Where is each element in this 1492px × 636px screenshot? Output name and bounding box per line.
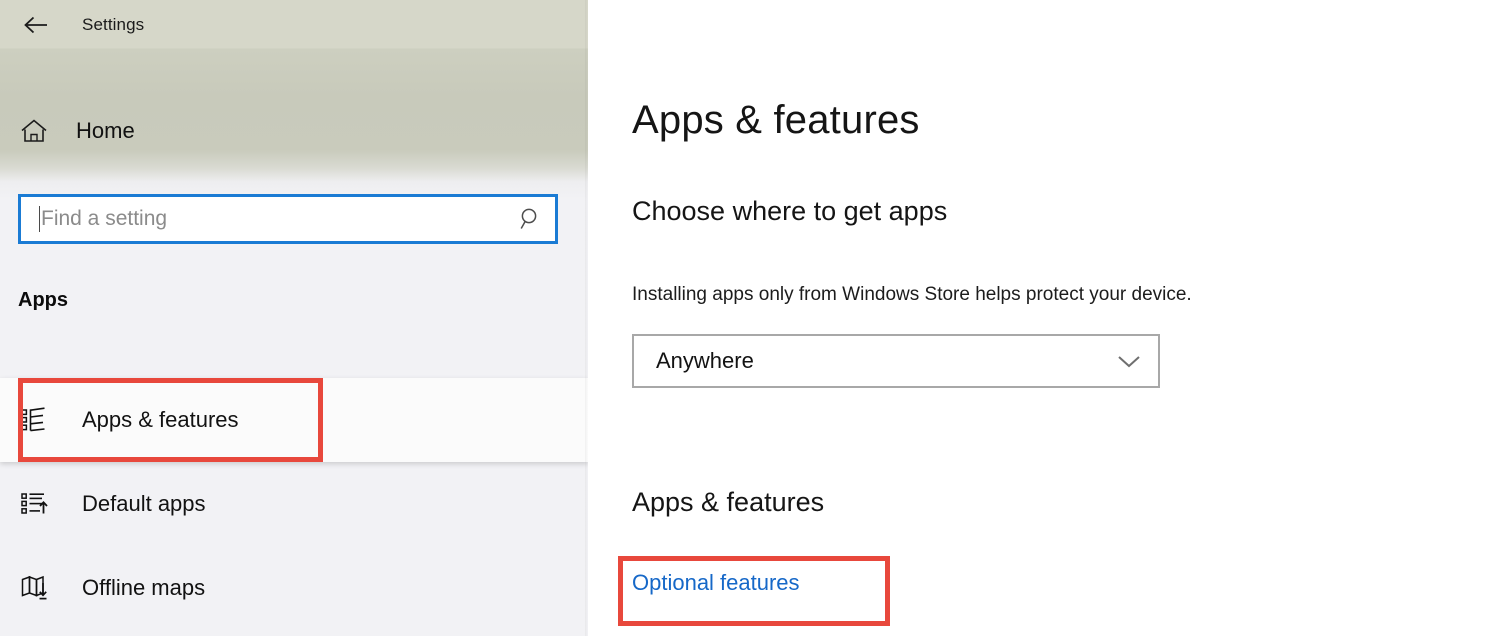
sidebar-item-label: Default apps — [82, 491, 206, 516]
sidebar: Settings Home Apps — [0, 0, 588, 636]
search-icon[interactable] — [507, 206, 555, 232]
back-arrow-icon — [23, 15, 49, 35]
offline-maps-icon — [14, 573, 58, 603]
sidebar-item-apps-features[interactable]: Apps & features — [0, 378, 588, 462]
sidebar-item-label: Apps & features — [82, 407, 239, 432]
choose-where-heading: Choose where to get apps — [632, 196, 948, 226]
dropdown-selected-value: Anywhere — [656, 348, 754, 373]
sidebar-nav-list: Apps & features Default apps Offline map… — [0, 378, 588, 630]
sidebar-item-default-apps[interactable]: Default apps — [0, 462, 588, 546]
sidebar-item-label: Offline maps — [82, 575, 206, 600]
app-source-dropdown[interactable]: Anywhere — [632, 334, 1160, 388]
settings-window: Settings Home Apps — [0, 0, 1492, 636]
window-title: Settings — [82, 15, 145, 34]
optional-features-link[interactable]: Optional features — [632, 570, 800, 596]
default-apps-icon — [14, 489, 58, 519]
search-box[interactable] — [18, 194, 558, 244]
home-label: Home — [76, 118, 135, 143]
apps-features-heading: Apps & features — [632, 487, 825, 517]
sidebar-item-offline-maps[interactable]: Offline maps — [0, 546, 588, 630]
page-title: Apps & features — [632, 98, 920, 142]
sidebar-item-home[interactable]: Home — [0, 108, 460, 154]
back-button[interactable] — [14, 7, 58, 43]
chevron-down-icon — [1100, 352, 1158, 370]
sidebar-section-header: Apps — [18, 289, 68, 311]
title-bar: Settings — [0, 0, 588, 50]
main-content: Apps & features Choose where to get apps… — [588, 0, 1492, 636]
apps-list-icon — [14, 405, 58, 435]
search-input[interactable] — [40, 199, 507, 239]
home-icon — [12, 117, 56, 145]
choose-where-description: Installing apps only from Windows Store … — [632, 284, 1192, 305]
